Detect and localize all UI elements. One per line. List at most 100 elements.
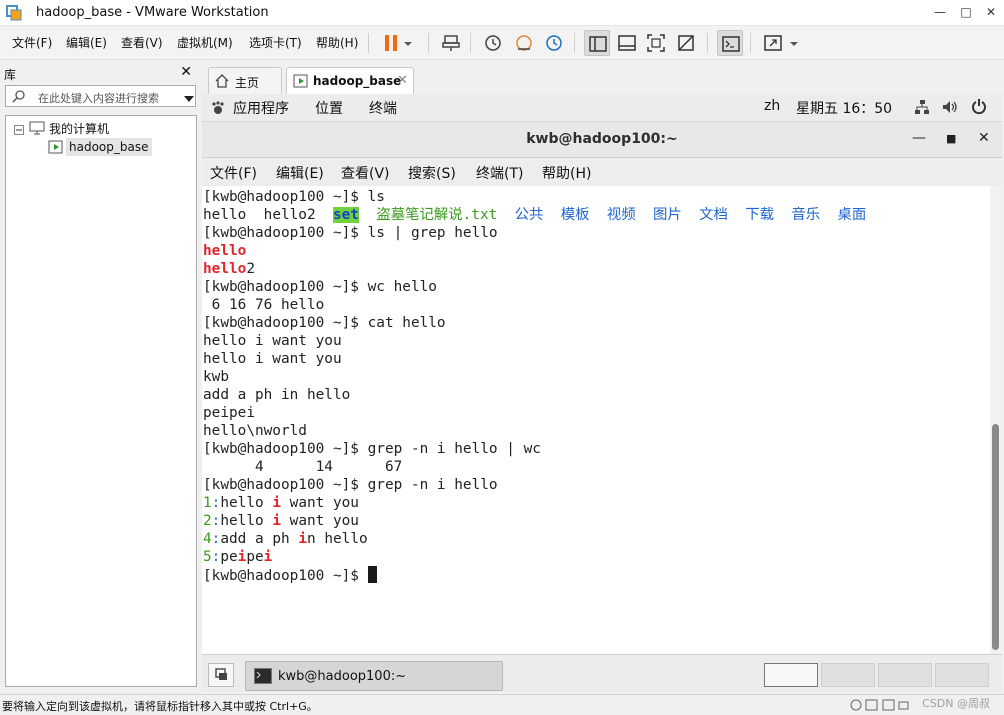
scrollbar-thumb[interactable]: [992, 424, 999, 650]
prompt: [kwb@hadoop100 ~]$: [203, 441, 359, 457]
terminal-line: [kwb@hadoop100 ~]$: [203, 566, 377, 584]
dir-entry: 文档: [699, 207, 728, 223]
network-icon[interactable]: [914, 99, 930, 118]
command: grep -n i hello: [367, 477, 498, 493]
file-entry: hello: [203, 207, 247, 223]
full-screen-icon[interactable]: [643, 30, 669, 56]
menu-file[interactable]: 文件(F): [12, 34, 52, 51]
revert-snapshot-icon[interactable]: [511, 30, 537, 56]
terminal-title: kwb@hadoop100:~: [526, 131, 678, 147]
command: wc hello: [367, 279, 437, 295]
show-library-icon[interactable]: [584, 30, 610, 56]
close-tab-icon[interactable]: ✕: [397, 73, 408, 88]
terminal-line: hello hello2 set 盗墓笔记解说.txt 公共 模板 视频 图片 …: [203, 206, 866, 224]
maximize-button[interactable]: □: [952, 2, 980, 22]
file-entry: set: [332, 207, 359, 223]
terminal-line: [kwb@hadoop100 ~]$ cat hello: [203, 314, 446, 332]
collapse-toggle-icon[interactable]: [14, 124, 24, 138]
terminal-app-menu[interactable]: 终端: [369, 98, 397, 118]
command: ls: [367, 189, 385, 205]
guest-bottom-panel: kwb@hadoop100:~: [202, 654, 1002, 692]
close-window-button[interactable]: ✕: [977, 2, 1004, 22]
guest-top-panel: 应用程序 位置 终端 zh 星期五 16：50: [202, 94, 1002, 122]
power-icon[interactable]: [971, 98, 987, 117]
minimize-button[interactable]: —: [926, 2, 954, 22]
workspace-2[interactable]: [821, 663, 875, 687]
terminal-menu-help[interactable]: 帮助(H): [542, 163, 591, 183]
dir-entry: 图片: [653, 207, 682, 223]
chevron-down-icon[interactable]: [400, 30, 416, 56]
prompt: [kwb@hadoop100 ~]$: [203, 477, 359, 493]
tab-home[interactable]: 主页: [208, 67, 282, 95]
taskbar-terminal-button[interactable]: kwb@hadoop100:~: [245, 661, 503, 691]
terminal-menu-terminal[interactable]: 终端(T): [476, 163, 523, 183]
window-titlebar: hadoop_base - VMware Workstation — □ ✕: [0, 0, 1004, 26]
workspace-3[interactable]: [878, 663, 932, 687]
terminal-line: [kwb@hadoop100 ~]$ wc hello: [203, 278, 437, 296]
library-search-input[interactable]: 在此处键入内容进行搜索: [5, 85, 196, 107]
terminal-titlebar: kwb@hadoop100:~ — ■ ✕: [202, 122, 1002, 158]
send-ctrl-alt-del-icon[interactable]: [438, 30, 464, 56]
snapshot-icon[interactable]: [480, 30, 506, 56]
grep-match: hello: [203, 261, 247, 277]
volume-icon[interactable]: [942, 99, 958, 118]
device-status-icons[interactable]: [850, 698, 910, 715]
terminal-close-button[interactable]: ✕: [978, 130, 990, 146]
search-placeholder: 在此处键入内容进行搜索: [38, 92, 159, 105]
terminal-line: 4:add a ph in hello: [203, 531, 368, 547]
vm-icon: [48, 140, 64, 157]
file-entry: hello2: [263, 207, 316, 223]
menu-edit[interactable]: 编辑(E): [66, 34, 107, 51]
library-tree: 我的计算机 hadoop_base: [5, 115, 197, 687]
workspace-1[interactable]: [764, 663, 818, 687]
terminal-menu-search[interactable]: 搜索(S): [408, 163, 456, 183]
terminal-scrollbar[interactable]: [990, 186, 1002, 654]
tree-item-my-computer[interactable]: 我的计算机: [49, 120, 109, 137]
terminal-line: 5:peipei: [203, 549, 273, 565]
input-method-indicator[interactable]: zh: [764, 98, 780, 114]
stretch-guest-icon[interactable]: [760, 30, 786, 56]
status-message: 要将输入定向到该虚拟机，请将鼠标指针移入其中或按 Ctrl+G。: [2, 700, 318, 713]
command: grep -n i hello | wc: [367, 441, 541, 457]
menu-help[interactable]: 帮助(H): [316, 34, 358, 51]
menubar: 文件(F) 编辑(E) 查看(V) 虚拟机(M) 选项卡(T) 帮助(H): [0, 26, 1004, 60]
terminal-menu-file[interactable]: 文件(F): [210, 163, 257, 183]
menu-tabs[interactable]: 选项卡(T): [249, 34, 302, 51]
command: ls | grep hello: [367, 225, 498, 241]
terminal-output[interactable]: [kwb@hadoop100 ~]$ ls hello hello2 set 盗…: [202, 186, 990, 654]
dir-entry: 音乐: [791, 207, 821, 223]
clock[interactable]: 星期五 16：50: [796, 98, 892, 118]
terminal-line: hello i want you: [203, 333, 342, 349]
search-icon: [12, 89, 28, 106]
gnome-foot-icon: [210, 100, 226, 119]
console-view-icon[interactable]: [717, 30, 743, 56]
thumbnail-bar-icon[interactable]: [614, 30, 640, 56]
watermark: CSDN @周叔: [922, 697, 990, 710]
tree-item-hadoop-base[interactable]: hadoop_base: [66, 138, 152, 156]
workspace-4[interactable]: [935, 663, 989, 687]
terminal-menu-edit[interactable]: 编辑(E): [276, 163, 324, 183]
snapshot-manager-icon[interactable]: [541, 30, 567, 56]
command: cat hello: [367, 315, 446, 331]
close-icon[interactable]: ✕: [180, 64, 192, 80]
unity-mode-icon[interactable]: [673, 30, 699, 56]
terminal-minimize-button[interactable]: —: [912, 130, 926, 146]
terminal-menu-view[interactable]: 查看(V): [341, 163, 390, 183]
applications-menu[interactable]: 应用程序: [233, 98, 289, 118]
taskbar-terminal-label: kwb@hadoop100:~: [278, 669, 407, 684]
chevron-down-icon[interactable]: [786, 30, 802, 56]
terminal-line: 2:hello i want you: [203, 513, 359, 529]
terminal-line: hello i want you: [203, 351, 342, 367]
show-desktop-icon[interactable]: [208, 663, 234, 687]
chevron-down-icon[interactable]: [184, 92, 194, 106]
terminal-maximize-button[interactable]: ■: [946, 132, 956, 145]
prompt: [kwb@hadoop100 ~]$: [203, 225, 359, 241]
home-icon: [215, 74, 229, 91]
places-menu[interactable]: 位置: [315, 98, 343, 118]
file-entry: 盗墓笔记解说.txt: [376, 207, 498, 223]
tab-hadoop-base[interactable]: hadoop_base ✕: [286, 67, 414, 95]
menu-vm[interactable]: 虚拟机(M): [177, 34, 233, 51]
library-pane: 库 ✕ 在此处键入内容进行搜索 我的计算机 hadoop_base: [0, 62, 200, 692]
prompt: [kwb@hadoop100 ~]$: [203, 568, 359, 584]
menu-view[interactable]: 查看(V): [121, 34, 163, 51]
